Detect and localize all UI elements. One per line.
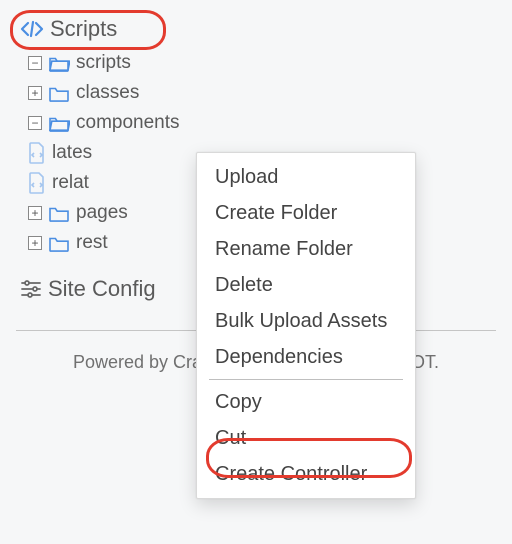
menu-cut[interactable]: Cut [197, 420, 415, 456]
folder-open-icon [48, 114, 70, 132]
tree-file-related-label: relat [52, 172, 89, 194]
script-file-icon [28, 142, 46, 164]
expander-rest[interactable]: + [28, 236, 42, 250]
menu-rename-folder[interactable]: Rename Folder [197, 231, 415, 267]
tree-node-pages-label: pages [76, 202, 128, 224]
code-icon [20, 19, 44, 39]
menu-create-folder[interactable]: Create Folder [197, 195, 415, 231]
tree-file-latest-label: lates [52, 142, 92, 164]
tree-node-rest-label: rest [76, 232, 108, 254]
menu-dependencies[interactable]: Dependencies [197, 339, 415, 375]
tree-node-components[interactable]: − components [28, 108, 512, 138]
tree-node-scripts[interactable]: − scripts [28, 48, 512, 78]
menu-create-controller[interactable]: Create Controller [197, 456, 415, 492]
folder-icon [48, 84, 70, 102]
menu-upload[interactable]: Upload [197, 159, 415, 195]
section-site-config-label: Site Config [48, 276, 156, 302]
menu-bulk-upload[interactable]: Bulk Upload Assets [197, 303, 415, 339]
tree-node-classes[interactable]: + classes [28, 78, 512, 108]
tree-node-scripts-label: scripts [76, 52, 131, 74]
expander-components[interactable]: − [28, 116, 42, 130]
expander-classes[interactable]: + [28, 86, 42, 100]
menu-separator [209, 379, 403, 380]
menu-copy[interactable]: Copy [197, 384, 415, 420]
folder-open-icon [48, 54, 70, 72]
section-scripts[interactable]: Scripts [0, 12, 512, 48]
footer-text-1a: Powered by Craft [73, 352, 212, 372]
tree-node-components-label: components [76, 112, 180, 134]
sliders-icon [20, 279, 42, 299]
folder-icon [48, 234, 70, 252]
section-scripts-label: Scripts [50, 16, 117, 42]
expander-scripts[interactable]: − [28, 56, 42, 70]
script-file-icon [28, 172, 46, 194]
expander-pages[interactable]: + [28, 206, 42, 220]
folder-icon [48, 204, 70, 222]
tree-node-classes-label: classes [76, 82, 139, 104]
context-menu: Upload Create Folder Rename Folder Delet… [196, 152, 416, 499]
menu-delete[interactable]: Delete [197, 267, 415, 303]
